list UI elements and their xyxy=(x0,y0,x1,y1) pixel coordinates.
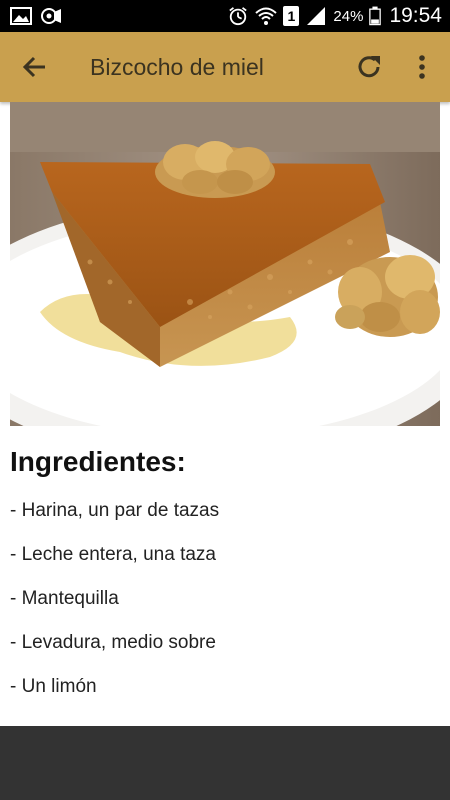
list-item: - Un limón xyxy=(10,676,97,697)
list-item: - Levadura, medio sobre xyxy=(10,632,216,653)
more-vertical-icon[interactable] xyxy=(410,52,434,82)
list-item: - Mantequilla xyxy=(10,588,119,609)
image-icon xyxy=(10,7,32,25)
arrow-left-icon[interactable] xyxy=(20,52,50,82)
ingredients-list: - Harina, un par de tazas - Leche entera… xyxy=(10,500,440,720)
sim-label: 1 xyxy=(287,8,296,24)
alarm-icon xyxy=(229,7,248,26)
list-item: - Harina, un par de tazas xyxy=(10,500,220,521)
ingredients-heading: Ingredientes: xyxy=(10,446,186,477)
bottom-panel xyxy=(0,726,450,800)
sim-card-icon: 1 xyxy=(283,6,300,26)
refresh-icon[interactable] xyxy=(354,52,384,82)
list-item: - Leche entera, una taza xyxy=(10,544,216,565)
battery-icon xyxy=(369,6,382,26)
battery-percent: 24% xyxy=(333,7,364,25)
app-bar: Bizcocho de miel xyxy=(0,32,450,102)
signal-icon xyxy=(307,7,326,25)
recipe-photo xyxy=(10,102,440,426)
recipe-content: Ingredientes: - Harina, un par de tazas … xyxy=(10,446,440,720)
walnut-top xyxy=(155,141,275,198)
status-bar: 1 24% 19:54 xyxy=(0,0,450,32)
page-title: Bizcocho de miel xyxy=(90,54,264,80)
podcast-icon xyxy=(41,8,61,24)
clock-time: 19:54 xyxy=(389,4,442,27)
wifi-icon xyxy=(255,7,278,25)
